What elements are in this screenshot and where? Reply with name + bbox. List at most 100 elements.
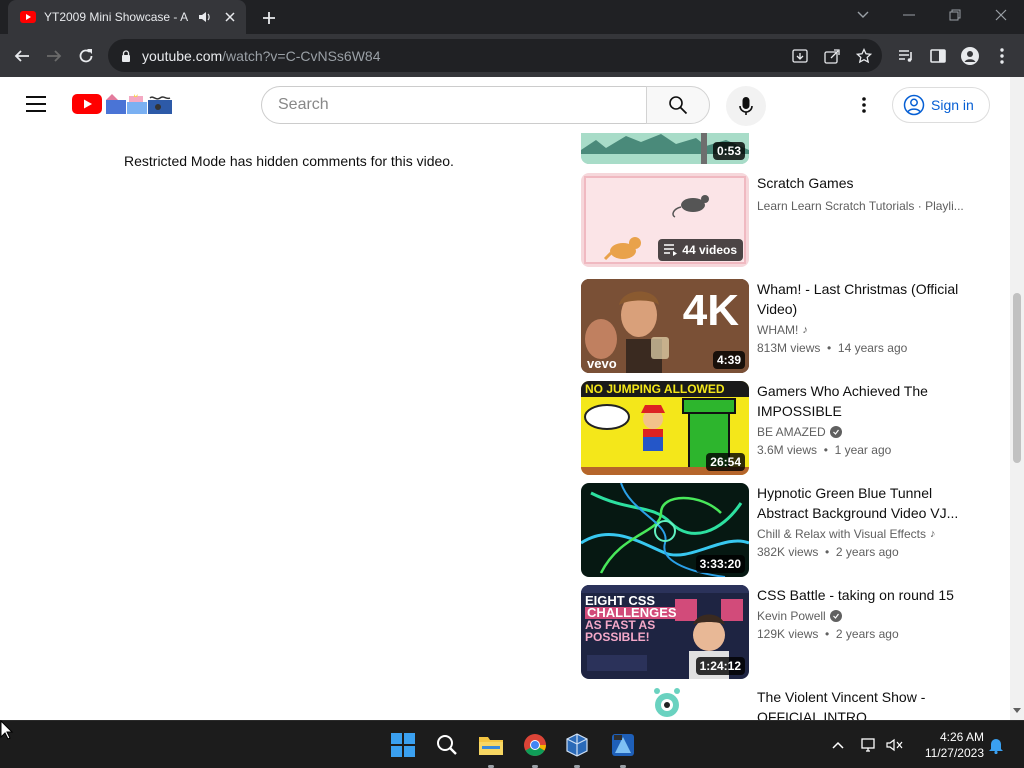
- video-thumbnail[interactable]: EIGHT CSS CHALLENGES AS FAST AS POSSIBLE…: [581, 585, 749, 679]
- music-note-icon: ♪: [802, 324, 808, 336]
- video-title[interactable]: Scratch Games: [757, 173, 967, 193]
- thumbnail-overlay-text: NO JUMPING ALLOWED: [585, 382, 725, 396]
- profile-icon[interactable]: [959, 45, 981, 67]
- video-thumbnail[interactable]: 44 videos: [581, 173, 749, 267]
- channel-name[interactable]: Learn Learn Scratch Tutorials · Playli..…: [757, 199, 967, 213]
- video-info[interactable]: CSS Battle - taking on round 15 Kevin Po…: [757, 585, 967, 641]
- forward-icon[interactable]: [42, 44, 66, 68]
- youtube-doodle-logo[interactable]: [72, 92, 174, 116]
- search-input[interactable]: [278, 96, 618, 114]
- video-title[interactable]: The Violent Vincent Show - OFFICIAL INTR…: [757, 687, 967, 720]
- verified-badge-icon: [829, 610, 842, 622]
- chrome-menu-icon[interactable]: [991, 45, 1013, 67]
- video-info[interactable]: Scratch Games Learn Learn Scratch Tutori…: [757, 173, 967, 213]
- search-field[interactable]: [261, 86, 647, 124]
- vevo-watermark: vevo: [587, 356, 617, 371]
- channel-name[interactable]: BE AMAZED: [757, 425, 967, 439]
- network-icon[interactable]: [859, 735, 879, 755]
- video-title[interactable]: Wham! - Last Christmas (Official Video): [757, 279, 967, 319]
- video-info[interactable]: Gamers Who Achieved The IMPOSSIBLE BE AM…: [757, 381, 967, 457]
- video-meta: 129K views • 2 years ago: [757, 627, 899, 641]
- browser-tab[interactable]: YT2009 Mini Showcase - A 2: [8, 0, 246, 34]
- taskbar-clock[interactable]: 4:26 AM 11/27/2023: [912, 729, 984, 761]
- video-duration: 3:33:20: [695, 555, 745, 573]
- reload-icon[interactable]: [74, 44, 98, 68]
- related-video-hypnotic-tunnel[interactable]: 3:33:20 Hypnotic Green Blue Tunnel Abstr…: [581, 483, 981, 578]
- youtube-masthead: Sign in: [0, 77, 1010, 133]
- search-button[interactable]: [646, 86, 710, 124]
- playlist-icon: [664, 244, 678, 256]
- sign-in-label: Sign in: [931, 97, 974, 113]
- guide-menu-icon[interactable]: [24, 94, 48, 114]
- channel-name[interactable]: Chill & Relax with Visual Effects ♪: [757, 527, 967, 541]
- sign-in-button[interactable]: Sign in: [892, 87, 990, 123]
- video-thumbnail[interactable]: NO JUMPING ALLOWED 26:54: [581, 381, 749, 475]
- lock-icon[interactable]: [118, 48, 134, 64]
- related-video-violent-vincent[interactable]: The Violent Vincent Show - OFFICIAL INTR…: [581, 687, 981, 720]
- video-title[interactable]: Gamers Who Achieved The IMPOSSIBLE: [757, 381, 967, 421]
- media-playlist-icon[interactable]: [895, 45, 917, 67]
- file-explorer-icon[interactable]: [477, 731, 505, 759]
- video-info[interactable]: Wham! - Last Christmas (Official Video) …: [757, 279, 967, 355]
- video-thumbnail[interactable]: 0:53: [581, 133, 749, 164]
- clock-time: 4:26 AM: [939, 730, 984, 744]
- related-video-partial[interactable]: 0:53: [581, 133, 981, 165]
- related-video-wham-last-christmas[interactable]: 4K vevo 4:39 Wham! - Last Christmas (Off…: [581, 279, 981, 374]
- windows-start-icon[interactable]: [389, 731, 417, 759]
- back-icon[interactable]: [10, 44, 34, 68]
- tab-search-chevron-icon[interactable]: [851, 4, 875, 26]
- chrome-icon[interactable]: [521, 731, 549, 759]
- browser-tab-strip: YT2009 Mini Showcase - A 2: [0, 0, 1024, 34]
- windows-taskbar: 4:26 AM 11/27/2023: [0, 720, 1024, 768]
- clock-date: 11/27/2023: [924, 746, 984, 760]
- related-playlist-scratch-games[interactable]: 44 videos Scratch Games Learn Learn Scra…: [581, 173, 981, 268]
- minimize-icon[interactable]: [897, 4, 921, 26]
- channel-name[interactable]: Kevin Powell: [757, 609, 967, 623]
- scroll-down-arrow-icon[interactable]: [1011, 704, 1023, 716]
- side-panel-icon[interactable]: [927, 45, 949, 67]
- video-duration: 4:39: [712, 351, 745, 369]
- bookmark-star-icon[interactable]: [854, 46, 874, 66]
- video-meta: 3.6M views • 1 year ago: [757, 443, 892, 457]
- video-thumbnail[interactable]: 4K vevo 4:39: [581, 279, 749, 373]
- youtube-favicon-icon: [20, 11, 36, 23]
- taskbar-search-icon[interactable]: [433, 731, 461, 759]
- new-tab-icon[interactable]: [260, 9, 278, 27]
- account-icon: [903, 94, 925, 116]
- video-title[interactable]: Hypnotic Green Blue Tunnel Abstract Back…: [757, 483, 967, 523]
- video-duration: 26:54: [706, 453, 745, 471]
- video-thumbnail[interactable]: 3:33:20: [581, 483, 749, 577]
- close-window-icon[interactable]: [989, 4, 1013, 26]
- related-video-gamers-impossible[interactable]: NO JUMPING ALLOWED 26:54 Gamers Who Achi…: [581, 381, 981, 476]
- show-hidden-icons-chevron-icon[interactable]: [828, 735, 848, 755]
- video-meta: 382K views • 2 years ago: [757, 545, 899, 559]
- related-videos-list: 0:53 44 videos Scratch Games Learn Learn: [581, 133, 981, 720]
- related-video-css-battle[interactable]: EIGHT CSS CHALLENGES AS FAST AS POSSIBLE…: [581, 585, 981, 680]
- page-scrollbar-thumb[interactable]: [1013, 293, 1021, 463]
- video-info[interactable]: Hypnotic Green Blue Tunnel Abstract Back…: [757, 483, 967, 559]
- virtualbox-icon[interactable]: [563, 731, 591, 759]
- speaker-icon[interactable]: [197, 9, 213, 25]
- channel-name[interactable]: WHAM! ♪: [757, 323, 967, 337]
- close-tab-icon[interactable]: [222, 9, 238, 25]
- share-icon[interactable]: [822, 46, 842, 66]
- playlist-count-badge: 44 videos: [658, 239, 743, 261]
- video-duration: 0:53: [712, 142, 745, 160]
- mouse-cursor-icon: [0, 720, 14, 740]
- video-info[interactable]: The Violent Vincent Show - OFFICIAL INTR…: [757, 687, 967, 720]
- volume-muted-icon[interactable]: [885, 735, 905, 755]
- install-app-icon[interactable]: [790, 46, 810, 66]
- notification-bell-icon[interactable]: [986, 735, 1006, 755]
- music-note-icon: ♪: [929, 528, 936, 540]
- voice-search-button[interactable]: [726, 86, 766, 126]
- address-bar[interactable]: youtube.com/watch?v=C-CvNSs6W84: [108, 39, 882, 72]
- restricted-mode-message: Restricted Mode has hidden comments for …: [124, 153, 454, 169]
- video-title[interactable]: CSS Battle - taking on round 15: [757, 585, 967, 605]
- video-thumbnail[interactable]: [581, 687, 749, 720]
- microphone-icon: [739, 97, 753, 115]
- video-meta: 813M views • 14 years ago: [757, 341, 908, 355]
- url-text[interactable]: youtube.com/watch?v=C-CvNSs6W84: [142, 48, 381, 64]
- restore-icon[interactable]: [943, 4, 967, 26]
- app-launcher-icon[interactable]: [609, 731, 637, 759]
- settings-kebab-icon[interactable]: [852, 93, 876, 117]
